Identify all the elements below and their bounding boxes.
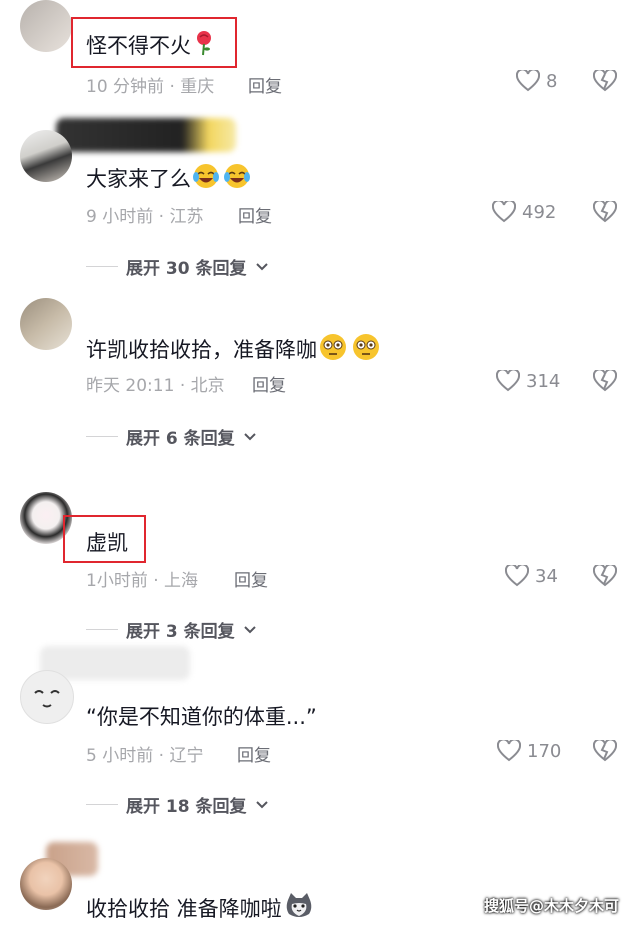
chevron-down-icon <box>255 257 269 277</box>
like-button[interactable]: 8 <box>516 70 557 92</box>
cat-face-icon <box>284 892 314 928</box>
dislike-button[interactable] <box>593 201 617 223</box>
comment-meta: 10 分钟前 · 重庆 <box>86 72 214 97</box>
heart-icon <box>505 565 529 587</box>
reply-button[interactable]: 回复 <box>248 72 282 97</box>
comment-location: 上海 <box>164 571 199 591</box>
highlight-box <box>71 17 237 68</box>
comment-location: 北京 <box>190 376 225 396</box>
separator: · <box>169 77 175 97</box>
comment-text-content: 收拾收拾 准备降咖啦 <box>86 897 282 921</box>
comment-text-content: 许凯收拾收拾，准备降咖 <box>86 338 317 362</box>
dislike-button[interactable] <box>593 565 617 587</box>
avatar[interactable] <box>20 858 72 910</box>
like-button[interactable]: 34 <box>505 565 558 587</box>
comment-text: “你是不知道你的体重...” <box>86 702 317 732</box>
heart-icon <box>497 740 521 762</box>
comment-location: 江苏 <box>169 207 204 227</box>
separator: · <box>179 376 186 396</box>
blurred-username <box>56 118 236 152</box>
comment-time: 昨天 20:11 <box>86 376 175 396</box>
broken-heart-icon <box>593 370 617 392</box>
comment-text: 收拾收拾 准备降咖啦 <box>86 892 314 928</box>
expand-label: 展开 30 条回复 <box>126 259 247 279</box>
divider-line <box>86 436 118 437</box>
separator: · <box>158 207 165 227</box>
broken-heart-icon <box>593 565 617 587</box>
expand-label: 展开 3 条回复 <box>126 622 235 642</box>
comment-meta: 5 小时前 · 辽宁 <box>86 741 203 766</box>
comment-time: 9 小时前 <box>86 207 154 227</box>
like-button[interactable]: 170 <box>497 740 561 762</box>
reply-button[interactable]: 回复 <box>234 566 268 591</box>
chevron-down-icon <box>255 795 269 815</box>
highlight-box <box>63 515 146 563</box>
comment-text: 许凯收拾收拾，准备降咖 <box>86 332 381 370</box>
heart-icon <box>492 201 516 223</box>
divider-line <box>86 804 118 805</box>
separator: · <box>158 746 165 766</box>
dislike-button[interactable] <box>593 740 617 762</box>
avatar[interactable] <box>20 298 72 350</box>
comment-meta: 9 小时前 · 江苏 <box>86 202 203 227</box>
heart-icon <box>516 70 540 92</box>
broken-heart-icon <box>593 70 617 92</box>
comment-time: 1小时前 <box>86 571 148 591</box>
expand-label: 展开 18 条回复 <box>126 797 247 817</box>
avatar[interactable] <box>20 670 74 724</box>
avatar[interactable] <box>20 0 72 52</box>
dislike-button[interactable] <box>593 70 617 92</box>
expand-replies-button[interactable]: 展开 3 条回复 <box>86 617 257 642</box>
like-count: 314 <box>526 370 561 392</box>
comment-time: 10 分钟前 <box>86 77 165 97</box>
heart-icon <box>496 370 520 392</box>
like-button[interactable]: 492 <box>492 201 556 223</box>
comment-location: 辽宁 <box>169 746 204 766</box>
expand-replies-button[interactable]: 展开 30 条回复 <box>86 254 269 279</box>
comment-text: 大家来了么 <box>86 162 251 198</box>
reply-button[interactable]: 回复 <box>238 202 272 227</box>
comment-time: 5 小时前 <box>86 746 154 766</box>
like-button[interactable]: 314 <box>496 370 560 392</box>
dislike-button[interactable] <box>593 370 617 392</box>
like-count: 170 <box>527 740 562 762</box>
face-sketch-icon <box>34 690 60 708</box>
comment-location: 重庆 <box>180 77 215 97</box>
chevron-down-icon <box>243 427 257 447</box>
like-count: 492 <box>522 201 557 223</box>
broken-heart-icon <box>593 201 617 223</box>
divider-line <box>86 266 118 267</box>
laughing-crying-face-icon <box>193 162 251 198</box>
like-count: 34 <box>535 565 558 587</box>
expand-replies-button[interactable]: 展开 18 条回复 <box>86 792 269 817</box>
reply-button[interactable]: 回复 <box>237 741 271 766</box>
separator: · <box>153 571 159 591</box>
like-count: 8 <box>546 70 558 92</box>
divider-line <box>86 629 118 630</box>
comment-text-content: 大家来了么 <box>86 167 191 191</box>
chevron-down-icon <box>243 620 257 640</box>
avatar[interactable] <box>20 130 72 182</box>
expand-replies-button[interactable]: 展开 6 条回复 <box>86 424 257 449</box>
comment-text-content: “你是不知道你的体重...” <box>86 705 317 729</box>
expand-label: 展开 6 条回复 <box>126 429 235 449</box>
comment-meta: 1小时前 · 上海 <box>86 566 198 591</box>
reply-button[interactable]: 回复 <box>252 371 286 396</box>
comment-meta: 昨天 20:11 · 北京 <box>86 371 225 396</box>
watermark: 搜狐号@木木夕木可 <box>483 897 619 915</box>
flushed-face-icon <box>319 332 381 370</box>
broken-heart-icon <box>593 740 617 762</box>
